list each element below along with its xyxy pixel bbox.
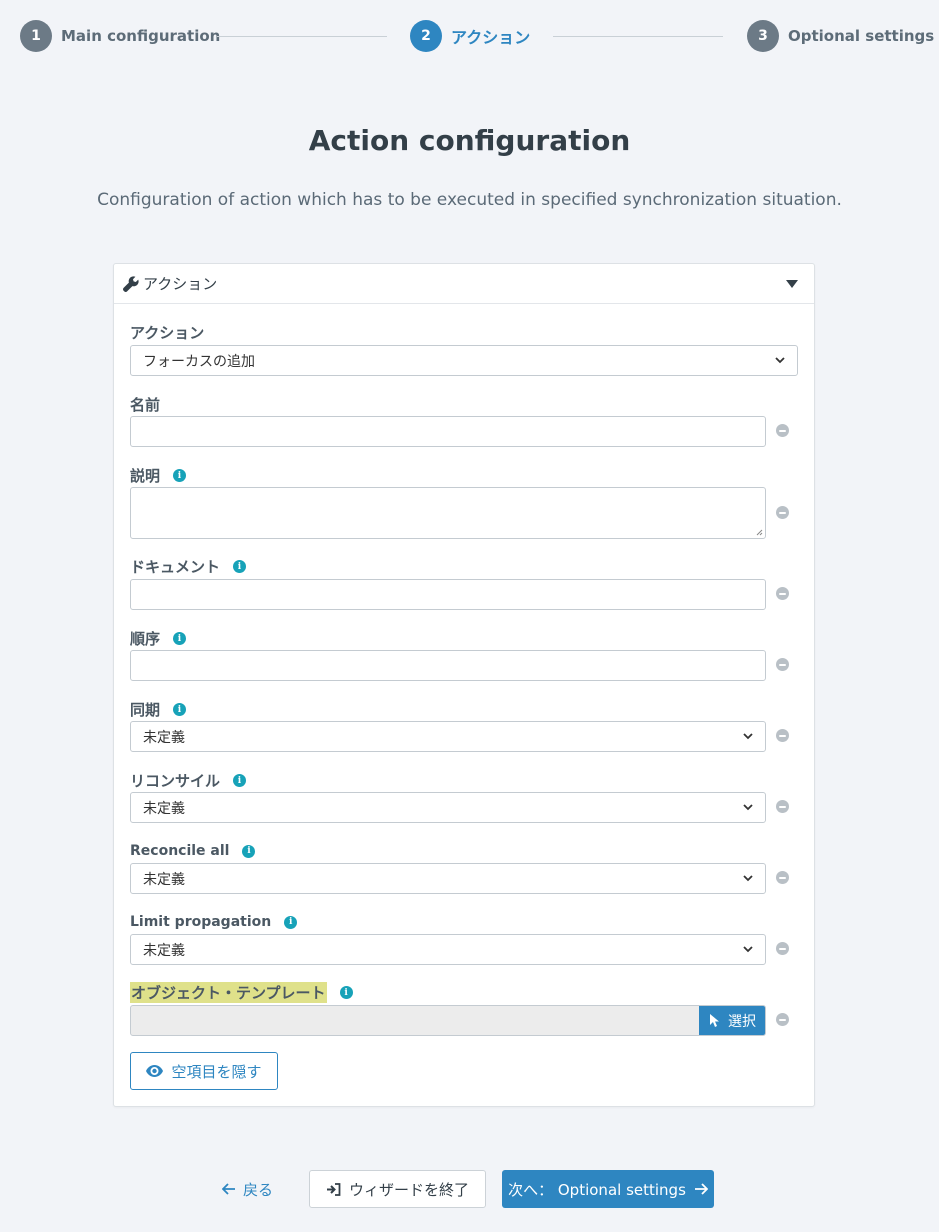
remove-limit-propagation-button[interactable] — [776, 942, 789, 955]
sign-in-icon — [326, 1182, 341, 1196]
step-connector — [553, 36, 723, 37]
reconcile-label: リコンサイル i — [130, 770, 247, 791]
arrow-right-icon — [694, 1183, 708, 1195]
order-input[interactable] — [130, 650, 766, 681]
limit-propagation-select[interactable]: 未定義 — [130, 934, 766, 965]
documentation-input[interactable] — [130, 579, 766, 610]
remove-name-button[interactable] — [776, 424, 789, 437]
step-optional-settings[interactable]: 3 Optional settings — [747, 20, 934, 52]
object-template-select-button[interactable]: 選択 — [699, 1006, 765, 1035]
info-icon[interactable]: i — [173, 632, 187, 645]
info-icon[interactable]: i — [284, 915, 298, 929]
step-number: 2 — [410, 20, 442, 52]
limit-propagation-label: Limit propagation i — [130, 914, 298, 930]
exit-wizard-button[interactable]: ウィザードを終了 — [309, 1170, 486, 1208]
object-template-label: オブジェクト・テンプレート i — [130, 982, 353, 1003]
description-textarea[interactable] — [130, 487, 766, 539]
back-button[interactable]: 戻る — [222, 1171, 273, 1207]
action-select[interactable]: フォーカスの追加 — [130, 345, 798, 376]
name-label: 名前 — [130, 394, 160, 415]
next-label: 次へ： Optional settings — [508, 1180, 686, 1199]
action-panel: アクション アクション フォーカスの追加 名前 説明 i ドキュメント i 順序… — [113, 263, 815, 1107]
step-number: 3 — [747, 20, 779, 52]
info-icon[interactable]: i — [173, 469, 187, 482]
documentation-label-text: ドキュメント — [130, 558, 221, 576]
info-icon[interactable]: i — [233, 560, 247, 573]
chevron-down-icon — [775, 357, 785, 364]
reconcile-select[interactable]: 未定義 — [130, 792, 766, 823]
step-label: Optional settings — [788, 27, 935, 45]
chevron-down-icon — [743, 875, 753, 882]
info-icon[interactable]: i — [339, 986, 353, 999]
page-title: Action configuration — [308, 124, 631, 157]
page-description: Configuration of action which has to be … — [97, 190, 842, 210]
reconcile-all-select[interactable]: 未定義 — [130, 863, 766, 894]
back-label: 戻る — [243, 1180, 274, 1199]
hide-empty-fields-button[interactable]: 空項目を隠す — [130, 1052, 278, 1090]
info-icon[interactable]: i — [242, 844, 256, 858]
step-main-configuration[interactable]: 1 Main configuration — [20, 20, 220, 52]
panel-header[interactable]: アクション — [114, 264, 814, 304]
object-template-field[interactable]: 選択 — [130, 1005, 766, 1036]
remove-object-template-button[interactable] — [776, 1013, 789, 1026]
order-label: 順序 i — [130, 628, 187, 649]
pointer-icon — [710, 1014, 719, 1027]
arrow-left-icon — [222, 1183, 235, 1195]
documentation-label: ドキュメント i — [130, 556, 247, 577]
step-connector — [217, 36, 387, 37]
info-icon[interactable]: i — [233, 774, 247, 787]
step-label: アクション — [451, 28, 531, 47]
exit-label: ウィザードを終了 — [348, 1180, 469, 1199]
step-action[interactable]: 2 アクション — [410, 20, 530, 52]
eye-icon — [146, 1065, 164, 1077]
wrench-icon — [123, 275, 139, 292]
remove-synchronize-button[interactable] — [776, 729, 789, 742]
action-select-value: フォーカスの追加 — [143, 353, 255, 370]
synchronize-select[interactable]: 未定義 — [130, 721, 766, 752]
info-icon[interactable]: i — [173, 703, 187, 716]
order-label-text: 順序 — [130, 630, 161, 648]
step-label: Main configuration — [61, 27, 221, 45]
name-input[interactable] — [130, 416, 766, 447]
object-template-label-text: オブジェクト・テンプレート — [130, 982, 327, 1003]
panel-title: アクション — [143, 275, 218, 293]
synchronize-label-text: 同期 — [130, 701, 161, 719]
remove-reconcile-all-button[interactable] — [776, 871, 789, 884]
chevron-down-icon — [743, 946, 753, 953]
synchronize-select-value: 未定義 — [143, 729, 185, 746]
action-label: アクション — [130, 322, 204, 343]
next-button[interactable]: 次へ： Optional settings — [502, 1170, 714, 1208]
remove-order-button[interactable] — [776, 658, 789, 671]
remove-description-button[interactable] — [776, 506, 789, 519]
reconcile-select-value: 未定義 — [143, 800, 185, 817]
reconcile-all-label-text: Reconcile all — [130, 843, 230, 859]
caret-down-icon[interactable] — [786, 279, 798, 288]
limit-propagation-label-text: Limit propagation — [130, 914, 272, 930]
chevron-down-icon — [743, 804, 753, 811]
hide-empty-label: 空項目を隠す — [171, 1062, 262, 1081]
limit-propagation-select-value: 未定義 — [143, 942, 185, 959]
remove-documentation-button[interactable] — [776, 587, 789, 600]
description-label: 説明 i — [130, 465, 187, 486]
remove-reconcile-button[interactable] — [776, 800, 789, 813]
wizard-stepper: 1 Main configuration 2 アクション 3 Optional … — [20, 20, 934, 54]
synchronize-label: 同期 i — [130, 699, 187, 720]
description-label-text: 説明 — [130, 467, 161, 485]
chevron-down-icon — [743, 733, 753, 740]
reconcile-label-text: リコンサイル — [130, 772, 221, 790]
action-label-text: アクション — [130, 324, 205, 342]
reconcile-all-select-value: 未定義 — [143, 871, 185, 888]
step-number: 1 — [20, 20, 52, 52]
name-label-text: 名前 — [130, 396, 161, 414]
select-button-label: 選択 — [728, 1013, 756, 1030]
reconcile-all-label: Reconcile all i — [130, 843, 256, 859]
resize-grip-icon[interactable] — [756, 529, 763, 536]
